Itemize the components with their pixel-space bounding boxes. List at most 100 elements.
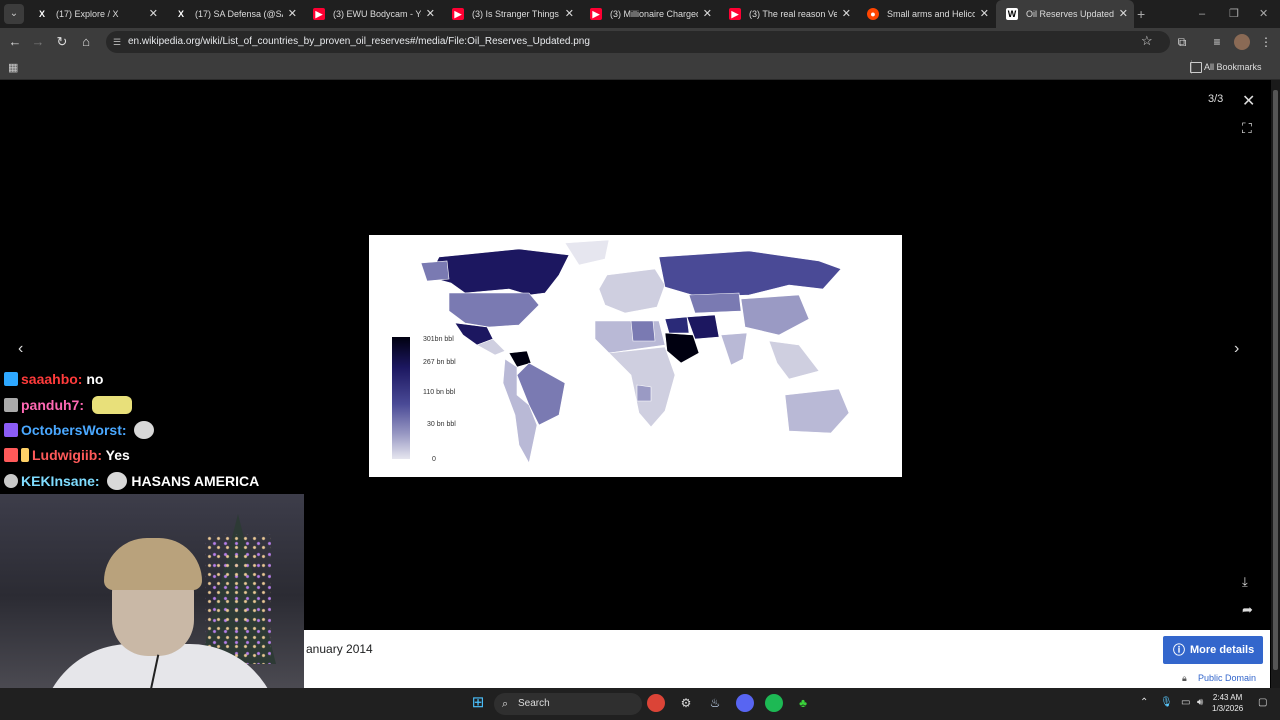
- back-icon[interactable]: ←: [5, 32, 25, 52]
- map-region-kazakhstan: [688, 292, 742, 314]
- bookmark-star-icon[interactable]: ☆: [1141, 33, 1153, 49]
- close-tab-icon[interactable]: ✕: [703, 0, 712, 28]
- chrome-icon[interactable]: [647, 694, 665, 712]
- tab-sa-defensa[interactable]: X (17) SA Defensa (@SA_De ✕: [165, 0, 303, 28]
- media-controls-icon[interactable]: ≡: [1209, 34, 1225, 50]
- map-region-angola: [636, 384, 652, 402]
- close-tab-icon[interactable]: ✕: [565, 0, 574, 28]
- close-tab-icon[interactable]: ✕: [426, 0, 435, 28]
- tab-oil-reserves[interactable]: W Oil Reserves Updated - Li ✕: [996, 0, 1134, 28]
- restore-icon[interactable]: ❐: [1229, 0, 1239, 28]
- subscriber-badge-icon: [4, 423, 18, 437]
- caption-text: anuary 2014: [306, 642, 373, 656]
- tray-overflow-icon[interactable]: ⌃: [1140, 697, 1148, 708]
- map-region-southeast-asia: [768, 340, 820, 380]
- map-region-india: [720, 332, 748, 366]
- chat-message: panduh7:: [4, 394, 132, 416]
- world-map-svg: 301bn bbl 267 bn bbl 110 bn bbl 30 bn bb…: [392, 239, 850, 464]
- forward-icon[interactable]: →: [28, 32, 48, 52]
- app-icon-green[interactable]: ♣: [794, 694, 812, 712]
- more-details-button[interactable]: ⓘ More details: [1163, 636, 1263, 664]
- bits-badge-icon: [21, 448, 29, 462]
- chat-emote-icon: [91, 396, 132, 414]
- chat-text: Yes: [105, 447, 130, 463]
- x-logo-icon: X: [38, 9, 45, 19]
- media-caption-bar: [304, 630, 1270, 688]
- legend-colorbar: [392, 337, 410, 459]
- page-scrollbar[interactable]: [1271, 80, 1280, 688]
- chat-username: KEKInsane:: [21, 473, 100, 489]
- discord-icon[interactable]: [736, 694, 754, 712]
- home-icon[interactable]: ⌂: [76, 32, 96, 52]
- subscriber-badge-icon: [4, 372, 18, 386]
- tab-venezuela[interactable]: ▶ (3) The real reason Venez ✕: [719, 0, 857, 28]
- scrollbar-thumb[interactable]: [1273, 90, 1278, 670]
- clock-date: 1/3/2026: [1212, 704, 1244, 713]
- map-region-china: [740, 294, 810, 336]
- youtube-icon: ▶: [590, 8, 602, 20]
- address-bar[interactable]: ☰ en.wikipedia.org/wiki/List_of_countrie…: [106, 31, 1170, 53]
- fullscreen-icon[interactable]: ⛶: [1242, 120, 1252, 137]
- legend-label: 110 bn bbl: [423, 389, 456, 396]
- new-tab-icon[interactable]: +: [1137, 0, 1145, 28]
- share-icon[interactable]: ➦: [1242, 602, 1253, 618]
- tab-ewu-bodycam[interactable]: ▶ (3) EWU Bodycam - YouTu ✕: [303, 0, 441, 28]
- map-region-libya: [630, 320, 656, 342]
- bookmarks-bar: [0, 56, 1280, 80]
- all-bookmarks-button[interactable]: All Bookmarks: [1190, 56, 1262, 78]
- tab-small-arms[interactable]: ● Small arms and Helicopte ✕: [857, 0, 995, 28]
- menu-kebab-icon[interactable]: ⋮: [1258, 34, 1274, 50]
- map-region-usa: [448, 292, 540, 328]
- legend-label: 301bn bbl: [423, 336, 454, 343]
- map-region-canada: [428, 248, 570, 296]
- microphone-icon[interactable]: 🎙︎: [1160, 697, 1173, 708]
- chat-message: saaahbo: no: [4, 368, 103, 390]
- chat-text: no: [86, 371, 104, 387]
- tab-explore-x[interactable]: X (17) Explore / X ✕: [26, 0, 164, 28]
- close-tab-icon[interactable]: ✕: [288, 0, 297, 28]
- map-region-alaska: [420, 260, 450, 282]
- tab-stranger-things[interactable]: ▶ (3) Is Stranger Things Fina ✕: [442, 0, 580, 28]
- legend-label: 0: [432, 456, 436, 463]
- profile-avatar[interactable]: [1234, 34, 1250, 50]
- close-tab-icon[interactable]: ✕: [149, 0, 158, 28]
- license-link[interactable]: Public Domain: [1198, 673, 1256, 683]
- taskbar-search-box[interactable]: ⌕ Search: [494, 693, 642, 715]
- notifications-icon[interactable]: ▢: [1258, 697, 1267, 708]
- reload-icon[interactable]: ↻: [52, 32, 72, 52]
- spotify-icon[interactable]: [765, 694, 783, 712]
- wikipedia-icon: W: [1006, 8, 1018, 20]
- next-image-icon[interactable]: ›: [1234, 340, 1239, 358]
- tree-lights: [205, 534, 271, 664]
- close-tab-icon[interactable]: ✕: [842, 0, 851, 28]
- subscriber-badge-icon: [4, 398, 18, 412]
- close-viewer-icon[interactable]: ✕: [1242, 91, 1255, 111]
- subscriber-badge-icon: [4, 474, 18, 488]
- close-tab-icon[interactable]: ✕: [980, 0, 989, 28]
- youtube-icon: ▶: [313, 8, 325, 20]
- windows-start-icon[interactable]: ⊞: [469, 694, 487, 712]
- search-icon: ⌕: [502, 698, 509, 710]
- previous-image-icon[interactable]: ‹: [18, 340, 23, 358]
- info-icon: ⓘ: [1173, 643, 1186, 657]
- volume-icon[interactable]: 🔊︎: [1197, 697, 1203, 708]
- map-region-australia: [784, 388, 850, 434]
- reddit-icon: ●: [867, 8, 879, 20]
- steam-icon[interactable]: ♨: [706, 694, 724, 712]
- apps-grid-icon[interactable]: ▦: [8, 61, 18, 74]
- system-clock[interactable]: 2:43 AM 1/3/2026: [1212, 692, 1243, 714]
- webcam-overlay: [0, 494, 304, 720]
- chat-emote-icon: [107, 472, 128, 490]
- tab-millionaire-charged[interactable]: ▶ (3) Millionaire Charged in ✕: [580, 0, 718, 28]
- site-info-icon[interactable]: ☰: [113, 31, 121, 53]
- tab-search-menu-icon[interactable]: ⌄: [4, 4, 24, 24]
- minimize-icon[interactable]: –: [1199, 0, 1205, 28]
- subscriber-badge-icon: [4, 448, 18, 462]
- download-icon[interactable]: ⤓: [1242, 574, 1248, 590]
- taskbar-search-label: Search: [518, 698, 550, 709]
- close-tab-icon[interactable]: ✕: [1119, 0, 1128, 28]
- settings-gear-icon[interactable]: ⚙: [677, 694, 695, 712]
- close-window-icon[interactable]: ✕: [1259, 0, 1268, 28]
- extensions-icon[interactable]: ⧉: [1174, 34, 1190, 50]
- network-icon[interactable]: ▭: [1181, 697, 1190, 708]
